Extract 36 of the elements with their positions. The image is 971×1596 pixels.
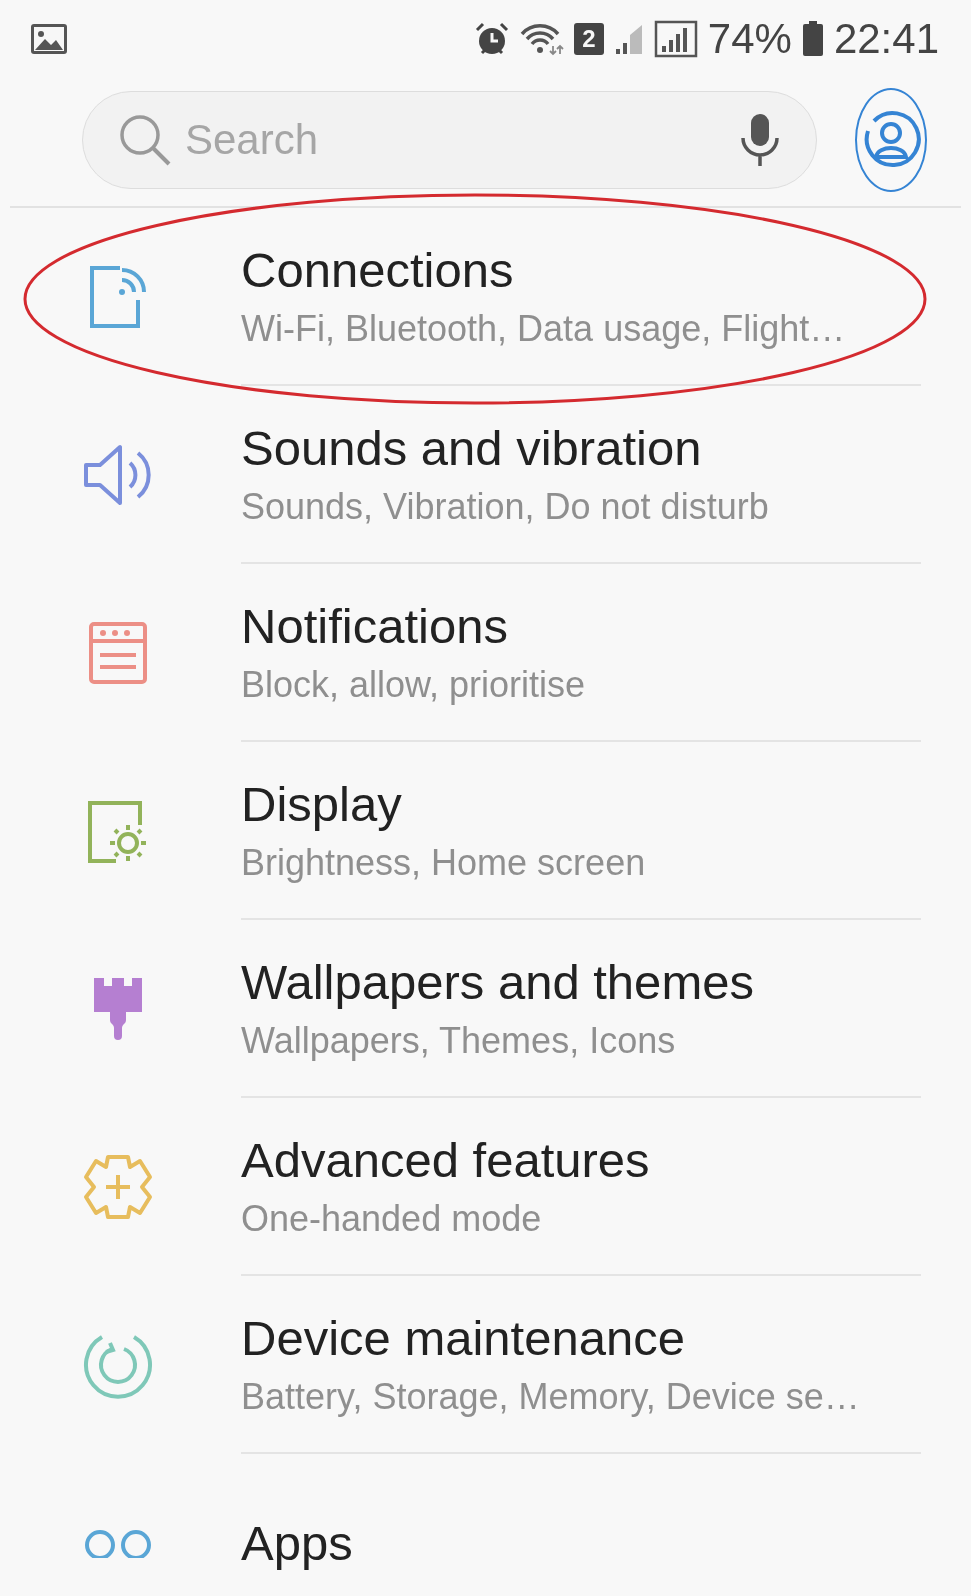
- gallery-icon: [30, 23, 68, 55]
- battery-icon: [801, 21, 824, 57]
- item-title: Sounds and vibration: [241, 420, 703, 476]
- clock-time: 22:41: [833, 15, 939, 63]
- settings-item[interactable]: Advanced features One-handed mode: [10, 1098, 961, 1276]
- item-title: Display: [241, 776, 403, 832]
- settings-item[interactable]: Apps: [10, 1454, 961, 1596]
- alarm-icon: [473, 21, 510, 57]
- search-input[interactable]: Search: [183, 115, 728, 165]
- battery-percent: 74%: [707, 15, 792, 63]
- settings-item[interactable]: Display Brightness, Home screen: [10, 742, 961, 920]
- search-icon: [117, 112, 173, 168]
- item-title: Advanced features: [241, 1132, 651, 1188]
- item-subtitle: Battery, Storage, Memory, Device se…: [241, 1376, 861, 1418]
- microphone-icon[interactable]: [738, 112, 782, 168]
- item-subtitle: One-handed mode: [241, 1198, 543, 1240]
- signal-icon: [653, 20, 698, 58]
- item-subtitle: Brightness, Home screen: [241, 842, 647, 884]
- wifi-icon: [519, 22, 564, 56]
- sim-badge: 2: [573, 23, 604, 55]
- item-title: Notifications: [241, 598, 509, 654]
- item-subtitle: Sounds, Vibration, Do not disturb: [241, 486, 770, 528]
- item-subtitle: Block, allow, prioritise: [241, 664, 587, 706]
- settings-item[interactable]: Device maintenance Battery, Storage, Memory, Device se…: [10, 1276, 961, 1454]
- item-subtitle: Wallpapers, Themes, Icons: [241, 1020, 677, 1062]
- item-title: Wallpapers and themes: [241, 954, 755, 1010]
- item-title: Apps: [241, 1515, 354, 1571]
- signal-icon: [613, 23, 644, 55]
- settings-item[interactable]: Connections Wi-Fi, Bluetooth, Data usage, Flight…: [10, 208, 961, 386]
- item-title: Connections: [241, 242, 515, 298]
- settings-item[interactable]: Wallpapers and themes Wallpapers, Themes, Icons: [10, 920, 961, 1098]
- settings-item[interactable]: Sounds and vibration Sounds, Vibration, Do not disturb: [10, 386, 961, 564]
- search-bar[interactable]: Search: [82, 91, 817, 189]
- settings-item[interactable]: Notifications Block, allow, prioritise: [10, 564, 961, 742]
- item-subtitle: Wi-Fi, Bluetooth, Data usage, Flight…: [241, 308, 847, 350]
- item-title: Device maintenance: [241, 1310, 686, 1366]
